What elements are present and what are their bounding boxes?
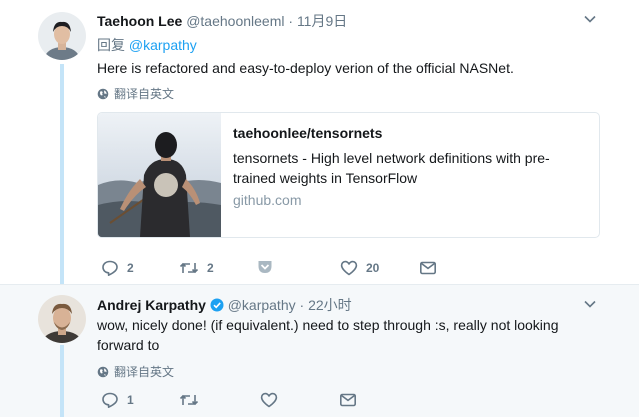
retweet-icon (179, 262, 199, 274)
pocket-button[interactable] (257, 259, 273, 275)
separator: · (299, 297, 305, 313)
card-title[interactable]: taehoonlee/tensornets (233, 125, 583, 141)
reply-label: 回复 (97, 37, 125, 53)
translate-label: 翻译自英文 (114, 87, 175, 101)
reply-count: 2 (127, 261, 134, 275)
avatar-taehoon[interactable] (38, 12, 86, 60)
message-button[interactable] (419, 259, 437, 277)
globe-icon (97, 366, 109, 377)
like-count: 20 (366, 261, 380, 275)
reply-button[interactable]: 2 (101, 259, 134, 277)
user-handle[interactable]: @taehoonleeml (186, 13, 284, 29)
reply-handle-link[interactable]: @karpathy (129, 37, 197, 53)
message-icon (419, 261, 436, 275)
timestamp[interactable]: 11月9日 (297, 13, 347, 29)
replying-to: 回复 @karpathy (97, 35, 197, 55)
translate-link[interactable]: 翻译自英文 (97, 85, 174, 102)
like-button[interactable] (260, 391, 278, 409)
timestamp[interactable]: 22小时 (308, 297, 352, 313)
globe-icon (97, 88, 109, 99)
retweet-icon (179, 394, 199, 406)
user-handle[interactable]: @karpathy (228, 297, 296, 313)
link-card[interactable]: taehoonlee/tensornets tensornets - High … (97, 112, 600, 238)
like-icon (260, 392, 278, 408)
tweet-text: Here is refactored and easy-to-deploy ve… (97, 60, 514, 76)
caret-down-icon[interactable] (583, 12, 597, 26)
pocket-icon (258, 261, 272, 273)
message-icon (339, 393, 356, 407)
card-domain: github.com (233, 192, 302, 208)
display-name[interactable]: Andrej Karpathy (97, 297, 206, 313)
retweet-button[interactable]: 2 (179, 259, 214, 277)
tweet-karpathy[interactable]: Andrej Karpathy @karpathy · 22小时 wow, ni… (0, 284, 639, 417)
thread-line (60, 64, 64, 284)
retweet-button[interactable] (179, 391, 199, 409)
reply-icon (102, 392, 118, 408)
separator: · (288, 13, 294, 29)
retweet-count: 2 (207, 261, 214, 275)
reply-icon (102, 260, 118, 276)
tweet-header: Andrej Karpathy @karpathy · 22小时 (97, 295, 352, 315)
caret-down-icon[interactable] (583, 297, 597, 311)
card-description: tensornets - High level network definiti… (233, 150, 550, 186)
translate-link[interactable]: 翻译自英文 (97, 363, 174, 380)
message-button[interactable] (339, 391, 357, 409)
tweet-header: Taehoon Lee @taehoonleeml · 11月9日 (97, 11, 347, 31)
reply-count: 1 (127, 393, 134, 407)
display-name[interactable]: Taehoon Lee (97, 13, 182, 29)
tweet-taehoon[interactable]: Taehoon Lee @taehoonleeml · 11月9日 回复 @ka… (0, 0, 639, 284)
like-button[interactable]: 20 (340, 259, 379, 277)
like-icon (340, 260, 358, 276)
tweet-text: wow, nicely done! (if equivalent.) need … (97, 317, 559, 353)
translate-label: 翻译自英文 (114, 365, 175, 379)
card-thumbnail (98, 113, 221, 237)
verified-icon (210, 298, 224, 312)
avatar-karpathy[interactable] (38, 295, 86, 343)
reply-button[interactable]: 1 (101, 391, 134, 409)
thread-line (60, 345, 64, 417)
